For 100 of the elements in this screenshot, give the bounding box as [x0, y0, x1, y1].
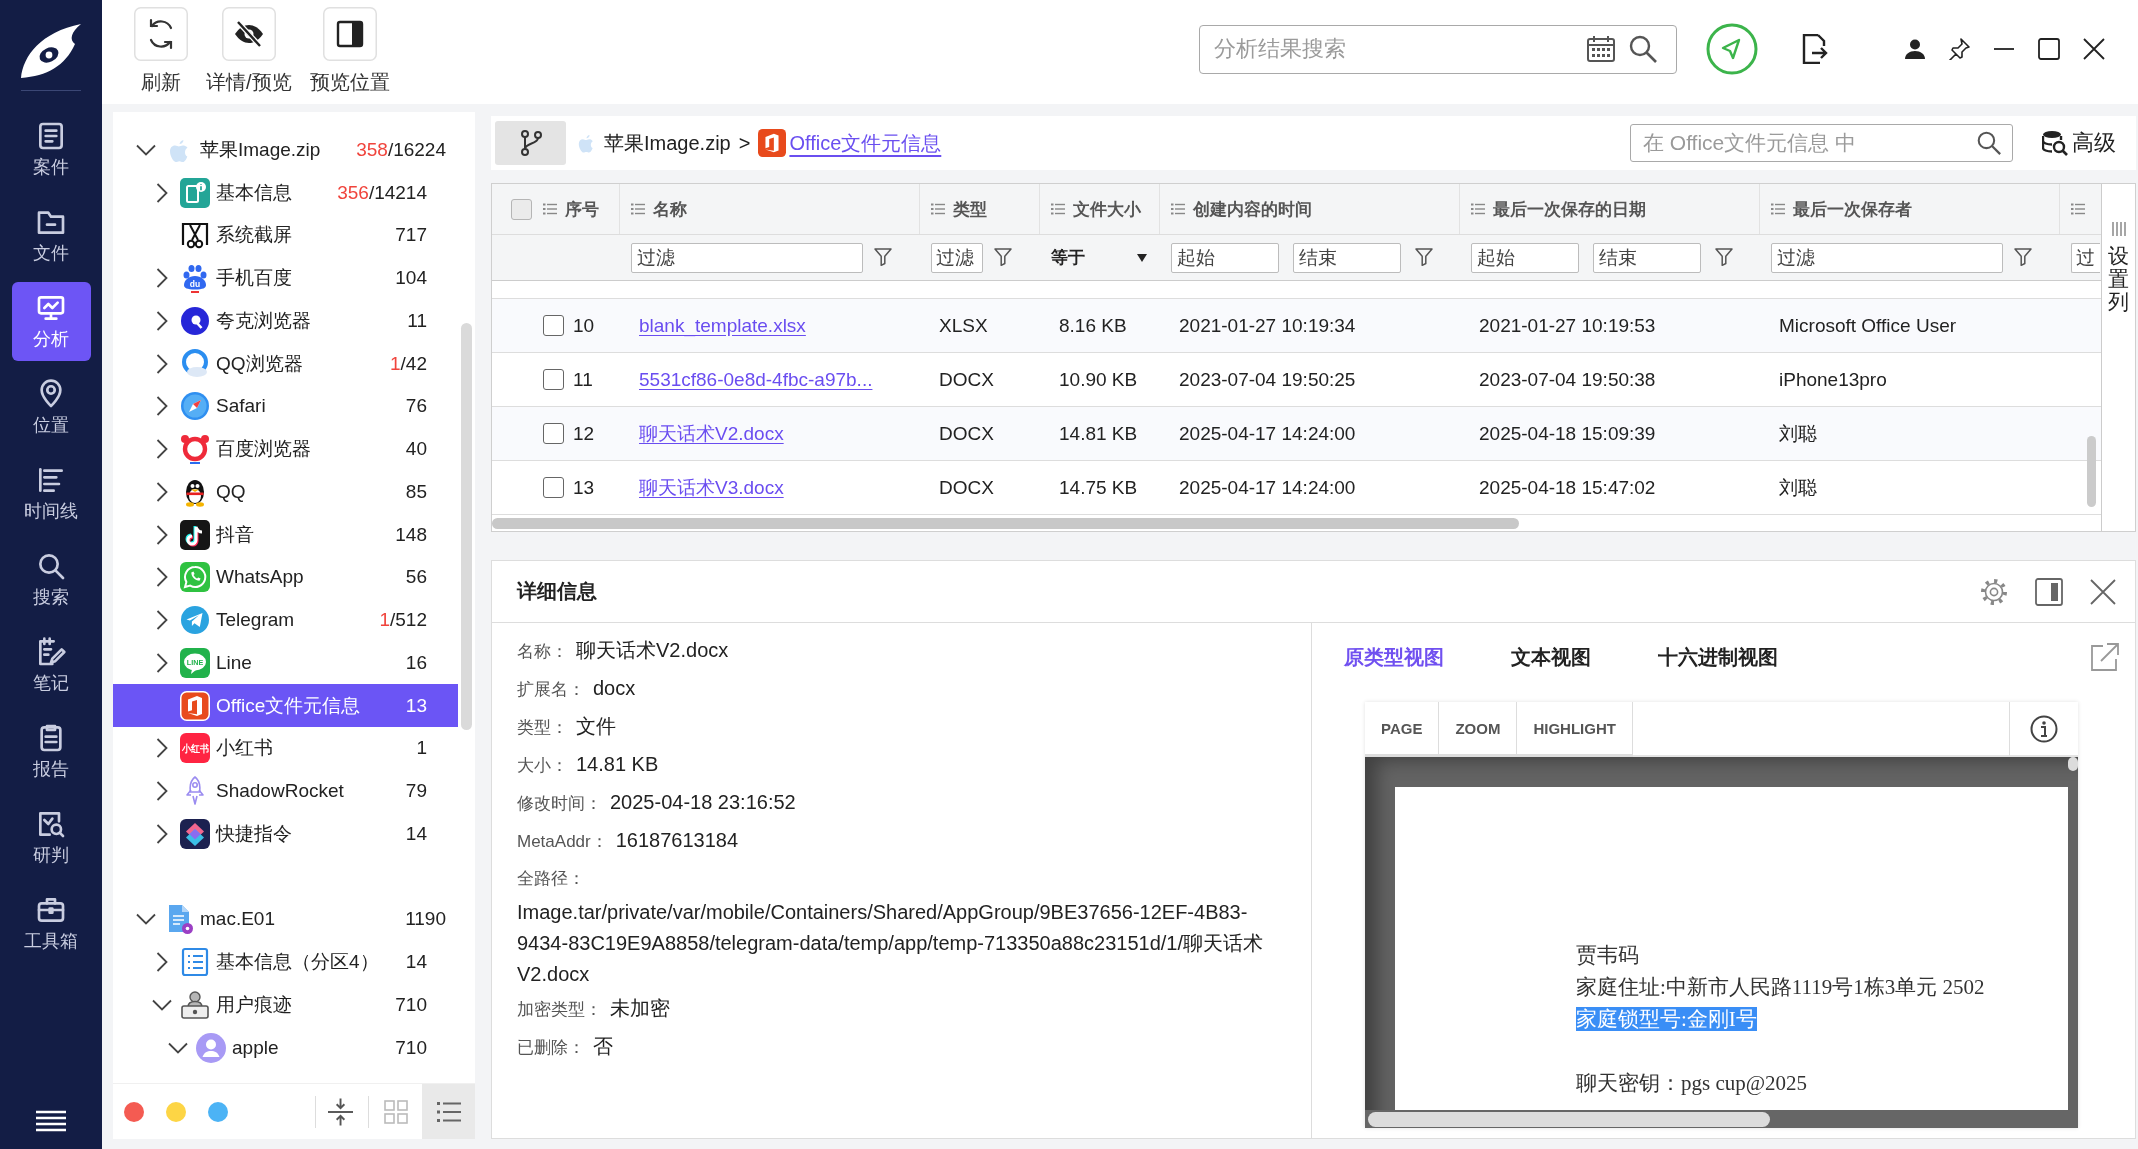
nav-item[interactable]: 工具箱: [11, 884, 91, 963]
tree-item[interactable]: ShadowRocket 79: [113, 769, 458, 813]
nav-item[interactable]: 笔记: [11, 626, 91, 705]
list-icon[interactable]: [1051, 203, 1065, 215]
breadcrumb-link[interactable]: Office文件元信息: [789, 129, 942, 157]
tree-item[interactable]: 苹果Image.zip 358/16224: [113, 128, 458, 172]
list-icon[interactable]: [543, 203, 557, 215]
column-header[interactable]: 类型: [953, 197, 987, 221]
vertical-scrollbar[interactable]: [2087, 436, 2096, 507]
list-icon[interactable]: [2071, 203, 2085, 215]
tree-item[interactable]: QQ浏览器 1/42: [113, 342, 458, 386]
column-header[interactable]: 序号: [565, 197, 599, 221]
filter-field[interactable]: 起始: [1471, 242, 1579, 273]
list-icon[interactable]: [631, 203, 645, 215]
nav-item[interactable]: 时间线: [11, 454, 91, 533]
tree-item[interactable]: 抖音 148: [113, 513, 458, 557]
search-field[interactable]: 分析结果搜索: [1199, 24, 1677, 74]
tree-item[interactable]: QQ 85: [113, 470, 458, 514]
list-icon[interactable]: [931, 203, 945, 215]
tree-item[interactable]: 夸克浏览器 11: [113, 299, 458, 343]
tag-dot-icon[interactable]: [166, 1101, 186, 1122]
preview-position-button[interactable]: 预览位置: [309, 7, 390, 94]
search-icon[interactable]: [1977, 131, 2001, 155]
tree-item[interactable]: 快捷指令 14: [113, 812, 458, 856]
calendar-icon[interactable]: [1587, 35, 1615, 62]
view-tab[interactable]: 十六进制视图: [1658, 643, 1778, 671]
row-checkbox[interactable]: [543, 369, 564, 390]
tree-item[interactable]: du 手机百度 104: [113, 256, 458, 300]
select-all-checkbox[interactable]: [511, 198, 532, 220]
horizontal-scrollbar[interactable]: [492, 518, 1519, 529]
filter-field[interactable]: 过: [2071, 242, 2100, 273]
branch-button[interactable]: [495, 121, 566, 165]
filter-icon[interactable]: [994, 248, 1012, 267]
table-row[interactable]: 12 聊天话术V2.docx DOCX 14.81 KB 2025-04-17 14:24:00 2025-04-18 15:09:39 刘聪: [492, 407, 2101, 461]
filter-field[interactable]: 起始: [1171, 242, 1279, 273]
tree-item[interactable]: Office文件元信息 13: [113, 684, 458, 728]
column-header[interactable]: 创建内容的时间: [1193, 197, 1312, 221]
nav-item[interactable]: 研判: [11, 798, 91, 877]
refresh-button[interactable]: 刷新: [134, 7, 188, 94]
nav-item[interactable]: 文件: [11, 196, 91, 275]
nav-item[interactable]: 案件: [11, 110, 91, 189]
viewer-tool-button[interactable]: PAGE: [1365, 702, 1440, 757]
panel-icon[interactable]: [2035, 577, 2063, 606]
condition-select[interactable]: 等于: [1051, 246, 1147, 269]
viewer-tool-button[interactable]: ZOOM: [1439, 702, 1518, 757]
list-icon[interactable]: [1471, 203, 1485, 215]
file-link[interactable]: 聊天话术V3.docx: [639, 474, 784, 501]
list-icon[interactable]: [1771, 203, 1785, 215]
file-link[interactable]: 5531cf86-0e8d-4fbc-a97b...: [639, 368, 873, 391]
list-icon[interactable]: [1171, 203, 1185, 215]
column-header[interactable]: 文件大小: [1073, 197, 1141, 221]
tree-item[interactable]: 系统截屏 717: [113, 214, 458, 257]
collapse-icon[interactable]: [327, 1097, 354, 1126]
file-link[interactable]: blank_template.xlsx: [639, 314, 806, 337]
advanced-button[interactable]: 高级: [2042, 128, 2116, 158]
external-link-icon[interactable]: [2091, 643, 2119, 671]
menu-icon[interactable]: [36, 1110, 66, 1132]
tree-item[interactable]: WhatsApp 56: [113, 556, 458, 599]
maximize-icon[interactable]: [2038, 38, 2060, 60]
filter-icon[interactable]: [874, 248, 892, 267]
info-icon[interactable]: [2030, 714, 2058, 743]
filter-field[interactable]: 结束: [1293, 242, 1401, 273]
column-header[interactable]: 最后一次保存者: [1793, 197, 1912, 221]
view-tab[interactable]: 原类型视图: [1344, 643, 1444, 671]
preview-toggle-button[interactable]: 详情/预览: [206, 7, 292, 94]
tree-item[interactable]: 百度浏览器 40: [113, 427, 458, 471]
column-header[interactable]: 名称: [653, 197, 687, 221]
nav-item[interactable]: 位置: [11, 368, 91, 447]
row-checkbox[interactable]: [543, 477, 564, 498]
nav-item[interactable]: 报告: [11, 712, 91, 791]
filter-field[interactable]: 过滤: [631, 242, 863, 273]
file-link[interactable]: 聊天话术V2.docx: [639, 420, 784, 447]
list-view-button[interactable]: [422, 1084, 475, 1139]
column-header[interactable]: 最后一次保存的日期: [1493, 197, 1646, 221]
view-tab[interactable]: 文本视图: [1511, 643, 1591, 671]
nav-item[interactable]: 分析: [11, 282, 91, 361]
nav-item[interactable]: 搜索: [11, 540, 91, 619]
filter-icon[interactable]: [2014, 248, 2032, 267]
tag-dot-icon[interactable]: [208, 1101, 228, 1122]
vertical-scrollbar[interactable]: [2068, 757, 2078, 771]
tag-dot-icon[interactable]: [124, 1101, 144, 1122]
breadcrumb-link[interactable]: 苹果Image.zip: [604, 129, 731, 157]
row-checkbox[interactable]: [543, 315, 564, 336]
filter-icon[interactable]: [1415, 248, 1433, 267]
horizontal-scrollbar[interactable]: [1368, 1111, 1770, 1127]
tree-item[interactable]: 用户痕迹 710: [113, 983, 458, 1027]
tree-item[interactable]: apple 710: [113, 1026, 458, 1070]
table-row[interactable]: 10 blank_template.xlsx XLSX 8.16 KB 2021-01-27 10:19:34 2021-01-27 10:19:53 Microsoft Office User: [492, 299, 2101, 353]
vertical-scrollbar[interactable]: [461, 323, 472, 730]
tree-item[interactable]: 基本信息（分区4） 14: [113, 940, 458, 984]
tree-item[interactable]: Safari 76: [113, 385, 458, 428]
row-checkbox[interactable]: [543, 423, 564, 444]
search-field[interactable]: 在 Office文件元信息 中: [1630, 124, 2013, 162]
filter-field[interactable]: 过滤: [931, 242, 983, 273]
tree-item[interactable]: 基本信息 356/14214: [113, 171, 458, 215]
viewer-tool-button[interactable]: HIGHLIGHT: [1517, 702, 1633, 757]
tree-item[interactable]: Telegram 1/512: [113, 598, 458, 642]
close-icon[interactable]: [2083, 38, 2105, 60]
file-export-icon[interactable]: [1802, 34, 1828, 64]
filter-field[interactable]: 过滤: [1771, 242, 2003, 273]
